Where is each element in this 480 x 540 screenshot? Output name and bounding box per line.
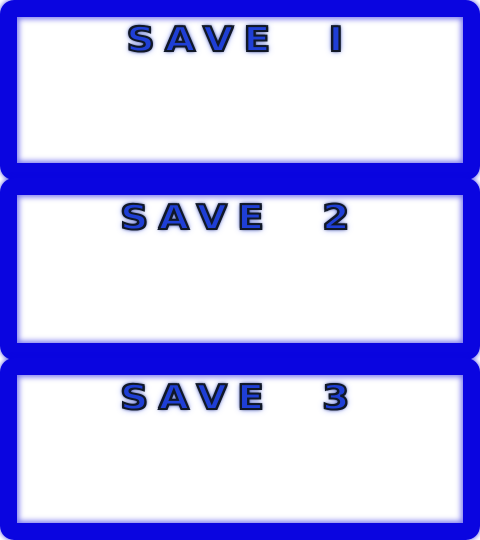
save-slot-3[interactable]: SAVE 3 [0, 358, 480, 540]
save-select-screen: SAVE I SAVE 2 SAVE 3 [0, 0, 480, 540]
save-slot-2[interactable]: SAVE 2 [0, 178, 480, 360]
save-slot-1-title: SAVE I [125, 20, 354, 60]
save-slot-3-title: SAVE 3 [119, 378, 360, 418]
save-slot-2-title: SAVE 2 [119, 198, 360, 238]
save-slot-1[interactable]: SAVE I [0, 0, 480, 180]
